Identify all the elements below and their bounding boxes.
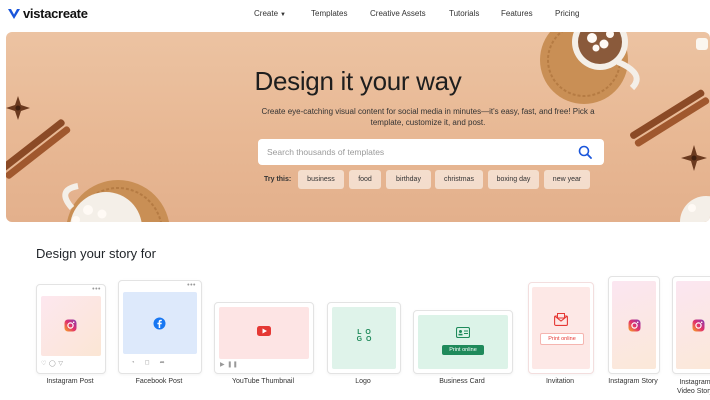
more-options-icon: ••• [187, 282, 196, 289]
try-this-label: Try this: [264, 176, 292, 183]
post-actions-icon: ◔◻➦ [131, 360, 175, 366]
brand-name: vistacreate [23, 6, 88, 21]
post-actions-icon: ♡ ◯ ▽ [41, 361, 64, 367]
format-card-facebook-post[interactable]: ••• ◔◻➦ [118, 280, 202, 374]
video-controls-icon: ▶ ❚❚ [220, 362, 239, 368]
star-anise-right-icon [681, 145, 707, 171]
nav-templates[interactable]: Templates [311, 9, 347, 18]
card-label-instagram-story: Instagram Story [608, 378, 658, 385]
format-card-logo[interactable]: L O G O [327, 302, 401, 374]
format-card-youtube-thumbnail[interactable]: ▶ ❚❚ [214, 302, 314, 374]
instagram-icon [628, 319, 641, 332]
envelope-icon [554, 313, 568, 326]
vistacreate-logo-icon [8, 8, 20, 19]
card-preview [418, 315, 508, 369]
instagram-icon [692, 319, 705, 332]
card-preview [532, 287, 590, 369]
tag-christmas[interactable]: christmas [435, 170, 483, 189]
format-card-invitation[interactable]: Print online [528, 282, 594, 374]
format-card-instagram-video-story[interactable] [672, 276, 710, 374]
template-search-box [258, 139, 604, 165]
instagram-icon [64, 319, 77, 332]
format-card-business-card[interactable]: Print online [413, 310, 513, 374]
hero-title: Design it your way [254, 66, 462, 96]
top-navigation-bar: vistacreate Create ▼ Templates Creative A… [0, 0, 710, 30]
print-online-button[interactable]: Print online [540, 333, 584, 345]
cinnamon-right-icon [630, 89, 710, 147]
tag-food[interactable]: food [349, 170, 381, 189]
hero-banner: Design it your way Create eye-catching v… [6, 32, 710, 222]
brand-logo[interactable]: vistacreate [7, 6, 88, 21]
card-label-instagram-video-story: Instagram Video Story [676, 379, 710, 395]
print-online-button[interactable]: Print online [442, 345, 484, 355]
nav-creative-assets[interactable]: Creative Assets [370, 9, 426, 18]
card-label-logo: Logo [355, 378, 371, 385]
cinnamon-left-icon [6, 119, 71, 179]
nav-create[interactable]: Create ▼ [254, 9, 286, 18]
tag-new-year[interactable]: new year [544, 170, 590, 189]
search-input[interactable] [258, 146, 569, 158]
card-label-business-card: Business Card [439, 378, 485, 385]
caret-down-icon: ▼ [280, 12, 286, 18]
logo-icon: L O G O [356, 329, 372, 343]
nav-features[interactable]: Features [501, 9, 533, 18]
tag-birthday[interactable]: birthday [386, 170, 431, 189]
tag-business[interactable]: business [298, 170, 344, 189]
nav-create-label: Create [254, 9, 279, 18]
nav-pricing[interactable]: Pricing [555, 9, 579, 18]
format-card-instagram-story[interactable] [608, 276, 660, 374]
card-label-facebook-post: Facebook Post [135, 378, 183, 385]
more-options-icon: ••• [92, 286, 101, 293]
card-label-instagram-post: Instagram Post [46, 378, 94, 385]
format-card-instagram-post[interactable]: ••• ♡ ◯ ▽ [36, 284, 106, 374]
hero-subtitle: Create eye-catching visual content for s… [261, 107, 595, 127]
facebook-icon [153, 317, 166, 330]
search-icon[interactable] [578, 145, 592, 159]
id-card-icon [456, 327, 470, 338]
star-anise-left-icon [6, 96, 30, 120]
tag-boxing-day[interactable]: boxing day [488, 170, 539, 189]
nav-tutorials[interactable]: Tutorials [449, 9, 479, 18]
youtube-icon [257, 326, 271, 336]
section-title: Design your story for [36, 246, 156, 261]
card-label-youtube-thumbnail: YouTube Thumbnail [231, 378, 294, 385]
